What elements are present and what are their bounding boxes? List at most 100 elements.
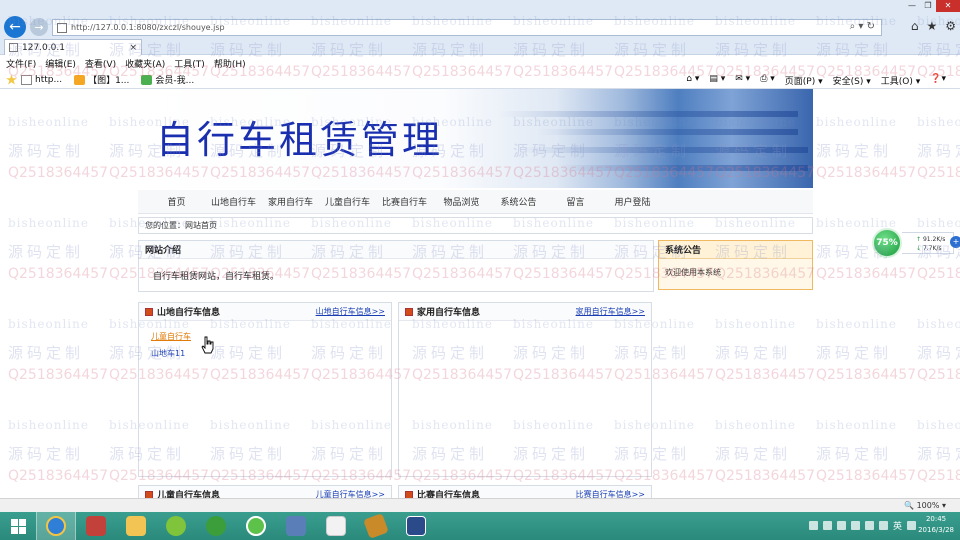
race-bike-more-link[interactable]: 比赛自行车信息>> <box>576 489 645 498</box>
taskbar-app-7[interactable] <box>276 512 316 540</box>
search-refresh-icon[interactable]: ⌕ ▾ ↻ <box>850 21 875 32</box>
browser-icon <box>246 516 266 536</box>
network-icon <box>286 516 306 536</box>
intro-heading: 网站介绍 <box>139 241 653 259</box>
menu-edit[interactable]: 编辑(E) <box>45 57 76 70</box>
taskbar-explorer[interactable] <box>116 512 156 540</box>
house-icon <box>86 516 106 536</box>
gear-icon[interactable]: ⚙ <box>945 19 956 33</box>
feeds-icon[interactable]: ▤ ▾ <box>709 74 725 87</box>
close-window-button[interactable]: ✕ <box>936 0 960 12</box>
tray-network-icon[interactable] <box>850 521 860 530</box>
home-bike-more-link[interactable]: 家用自行车信息>> <box>576 306 645 317</box>
menu-view[interactable]: 查看(V) <box>85 57 116 70</box>
print-icon[interactable]: ⎙ ▾ <box>760 74 775 87</box>
taskbar-app-5[interactable] <box>196 512 236 540</box>
nav-home-bike[interactable]: 家用自行车 <box>262 195 319 208</box>
status-bar: 🔍 100% ▾ <box>0 498 960 512</box>
frog-icon <box>206 516 226 536</box>
taskbar-app-4[interactable] <box>156 512 196 540</box>
memory-usage-badge[interactable]: 75% <box>872 228 902 258</box>
nav-user-login[interactable]: 用户登陆 <box>604 195 661 208</box>
leaf-icon <box>166 516 186 536</box>
list-item[interactable]: 儿童自行车 <box>151 331 379 342</box>
list-item[interactable]: 山地车11 <box>151 348 379 359</box>
home-icon[interactable]: ⌂ <box>911 19 919 33</box>
fav-item-2[interactable]: 【图】1... <box>74 73 129 86</box>
nav-messages[interactable]: 留言 <box>547 195 604 208</box>
menu-tools[interactable]: 工具(T) <box>174 57 205 70</box>
page-viewport[interactable]: 自行车租赁管理 首页 山地自行车 家用自行车 儿童自行车 比赛自行车 物品浏览 … <box>0 89 960 498</box>
home-command-icon[interactable]: ⌂ ▾ <box>686 74 699 87</box>
mountain-bike-more-link[interactable]: 山地自行车信息>> <box>316 306 385 317</box>
list-bullet-icon <box>145 307 153 316</box>
tray-volume-icon[interactable] <box>864 521 874 530</box>
help-icon[interactable]: ❓▾ <box>930 74 946 87</box>
intro-panel: 网站介绍 自行车租赁网站，自行车租赁。 <box>138 240 654 292</box>
tab-close-icon[interactable]: × <box>129 43 137 53</box>
menu-help[interactable]: 帮助(H) <box>214 57 246 70</box>
browser-right-icons: ⌂ ★ ⚙ <box>911 19 956 33</box>
taskbar-ie[interactable] <box>36 512 76 540</box>
start-button[interactable] <box>0 512 36 540</box>
taskbar-app-9[interactable] <box>356 512 396 540</box>
clock-time: 20:45 <box>925 515 947 523</box>
mountain-bike-list: 儿童自行车 山地车11 <box>139 321 391 375</box>
zoom-level[interactable]: 🔍 100% ▾ <box>904 501 946 510</box>
menu-favorites[interactable]: 收藏夹(A) <box>125 57 165 70</box>
browser-titlebar: — ❐ ✕ ← → http://127.0.0.1:8080/zxczl/sh… <box>0 0 960 38</box>
menu-bar: 文件(F) 编辑(E) 查看(V) 收藏夹(A) 工具(T) 帮助(H) <box>0 56 960 71</box>
notice-panel: 系统公告 欢迎使用本系统 <box>658 240 813 290</box>
browser-tab[interactable]: 127.0.0.1 × <box>4 39 142 55</box>
accelerate-icon[interactable]: + <box>950 236 960 248</box>
tray-chat-icon[interactable] <box>808 521 818 530</box>
fav-item-3[interactable]: 会员-我... <box>141 73 194 86</box>
nav-kids-bike[interactable]: 儿童自行车 <box>319 195 376 208</box>
site-title: 自行车租赁管理 <box>156 118 444 162</box>
menu-file[interactable]: 文件(F) <box>6 57 36 70</box>
taskbar-app-2[interactable] <box>76 512 116 540</box>
breadcrumb: 您的位置：网站首页 <box>138 217 813 234</box>
minimize-button[interactable]: — <box>904 0 920 12</box>
ime-indicator[interactable]: 英 <box>893 519 902 532</box>
download-speed: 7.7K/s <box>922 245 942 252</box>
folder-icon <box>126 516 146 536</box>
restore-button[interactable]: ❐ <box>920 0 936 12</box>
safety-menu[interactable]: 安全(S) ▾ <box>833 74 871 87</box>
tray-shield-icon[interactable] <box>836 521 846 530</box>
page-menu[interactable]: 页面(P) ▾ <box>785 74 823 87</box>
race-bike-panel: 比赛自行车信息 比赛自行车信息>> <box>398 485 652 498</box>
intro-text: 自行车租赁网站，自行车租赁。 <box>153 272 280 282</box>
mail-icon[interactable]: ✉ ▾ <box>735 74 750 87</box>
forward-arrow-icon[interactable]: → <box>30 18 48 36</box>
nav-home[interactable]: 首页 <box>148 195 205 208</box>
nav-announcements[interactable]: 系统公告 <box>490 195 547 208</box>
ie-icon <box>46 516 66 536</box>
address-text[interactable]: http://127.0.0.1:8080/zxczl/shouye.jsp <box>71 23 225 32</box>
kids-bike-more-link[interactable]: 儿童自行车信息>> <box>316 489 385 498</box>
list-bullet-icon <box>405 490 413 498</box>
nav-mountain-bike[interactable]: 山地自行车 <box>205 195 262 208</box>
tools-menu[interactable]: 工具(O) ▾ <box>881 74 921 87</box>
tray-flag-icon[interactable] <box>822 521 832 530</box>
address-bar[interactable]: http://127.0.0.1:8080/zxczl/shouye.jsp ⌕… <box>52 19 882 36</box>
tab-bar: 127.0.0.1 × <box>0 38 960 55</box>
star-icon[interactable]: ★ <box>926 19 937 33</box>
tray-keyboard-icon[interactable] <box>907 521 916 530</box>
back-arrow-icon[interactable]: ← <box>4 16 26 38</box>
eclipse-icon <box>406 516 426 536</box>
site-container: 自行车租赁管理 首页 山地自行车 家用自行车 儿童自行车 比赛自行车 物品浏览 … <box>138 89 813 498</box>
nav-race-bike[interactable]: 比赛自行车 <box>376 195 433 208</box>
network-speed-widget[interactable]: ↑ 91.2K/s ↓ 7.7K/s 75% + <box>872 228 960 258</box>
tray-app-icon[interactable] <box>878 521 888 530</box>
nav-browse-items[interactable]: 物品浏览 <box>433 195 490 208</box>
kids-bike-heading: 儿童自行车信息 <box>157 491 221 498</box>
fav-item-1[interactable]: http... <box>21 74 62 85</box>
taskbar-app-10[interactable] <box>396 512 436 540</box>
upload-speed: 91.2K/s <box>922 236 946 243</box>
taskbar-java[interactable] <box>316 512 356 540</box>
tab-title: 127.0.0.1 <box>22 42 65 53</box>
taskbar-clock[interactable]: 20:45 2016/3/28 <box>918 514 954 536</box>
taskbar-app-6[interactable] <box>236 512 276 540</box>
favorites-star-icon[interactable] <box>6 74 17 85</box>
